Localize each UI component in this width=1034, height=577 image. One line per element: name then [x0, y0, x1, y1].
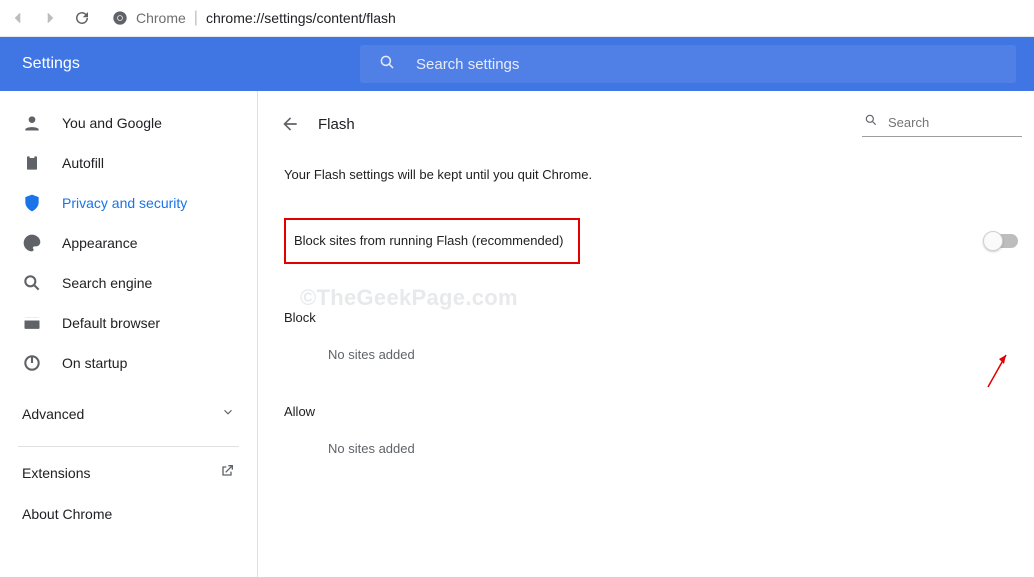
external-link-icon — [219, 463, 235, 482]
sidebar-item-label: Appearance — [62, 235, 138, 251]
omnibox-path: chrome://settings/content/flash — [206, 10, 396, 26]
watermark: ©TheGeekPage.com — [300, 285, 518, 311]
sidebar-item-about-chrome[interactable]: About Chrome — [0, 494, 257, 534]
browser-navbar: Chrome | chrome://settings/content/flash — [0, 0, 1034, 37]
sidebar-item-label: Default browser — [62, 315, 160, 331]
sidebar-item-label: You and Google — [62, 115, 162, 131]
sidebar-item-autofill[interactable]: Autofill — [0, 143, 257, 183]
sidebar-item-extensions[interactable]: Extensions — [0, 451, 257, 494]
sidebar-advanced[interactable]: Advanced — [0, 391, 257, 436]
block-flash-option-label: Block sites from running Flash (recommen… — [294, 233, 564, 248]
page-search[interactable] — [862, 111, 1022, 137]
nav-reload-button[interactable] — [72, 8, 92, 28]
block-flash-toggle[interactable] — [984, 234, 1018, 248]
allow-section-label: Allow — [284, 404, 1022, 419]
sidebar-item-label: Autofill — [62, 155, 104, 171]
omnibox[interactable]: Chrome | chrome://settings/content/flash — [104, 4, 1026, 32]
settings-header: Settings — [0, 37, 1034, 91]
page-title: Flash — [318, 116, 355, 133]
sidebar-item-label: Search engine — [62, 275, 152, 291]
header-search[interactable] — [360, 45, 1016, 83]
nav-back-button[interactable] — [8, 8, 28, 28]
main-panel: Flash Your Flash settings will be kept u… — [258, 91, 1034, 577]
search-icon — [22, 273, 42, 293]
omnibox-host: Chrome — [136, 10, 186, 26]
sidebar-divider — [18, 446, 239, 447]
settings-title: Settings — [0, 55, 360, 73]
block-flash-option-highlight: Block sites from running Flash (recommen… — [284, 218, 580, 264]
clipboard-icon — [22, 153, 42, 173]
sidebar-item-appearance[interactable]: Appearance — [0, 223, 257, 263]
sidebar-item-label: On startup — [62, 355, 127, 371]
browser-icon — [22, 313, 42, 333]
sidebar-extensions-label: Extensions — [22, 465, 90, 481]
sidebar-advanced-label: Advanced — [22, 406, 84, 422]
sidebar-item-search-engine[interactable]: Search engine — [0, 263, 257, 303]
sidebar-about-label: About Chrome — [22, 506, 112, 522]
header-search-input[interactable] — [416, 56, 998, 73]
page-back-button[interactable] — [280, 114, 300, 134]
allow-empty-text: No sites added — [280, 427, 1022, 470]
flash-info-text: Your Flash settings will be kept until y… — [284, 167, 1022, 182]
palette-icon — [22, 233, 42, 253]
chevron-down-icon — [221, 405, 235, 422]
nav-forward-button[interactable] — [40, 8, 60, 28]
sidebar-item-on-startup[interactable]: On startup — [0, 343, 257, 383]
search-icon — [378, 53, 396, 76]
sidebar-item-privacy-security[interactable]: Privacy and security — [0, 183, 257, 223]
page-search-input[interactable] — [888, 115, 1020, 130]
block-empty-text: No sites added — [280, 333, 1022, 376]
power-icon — [22, 353, 42, 373]
shield-icon — [22, 193, 42, 213]
person-icon — [22, 113, 42, 133]
chrome-icon — [112, 10, 128, 26]
sidebar-item-default-browser[interactable]: Default browser — [0, 303, 257, 343]
sidebar-item-label: Privacy and security — [62, 195, 187, 211]
sidebar: You and Google Autofill Privacy and secu… — [0, 91, 258, 577]
block-section-label: Block — [284, 310, 1022, 325]
sidebar-item-you-and-google[interactable]: You and Google — [0, 103, 257, 143]
search-icon — [864, 113, 878, 132]
